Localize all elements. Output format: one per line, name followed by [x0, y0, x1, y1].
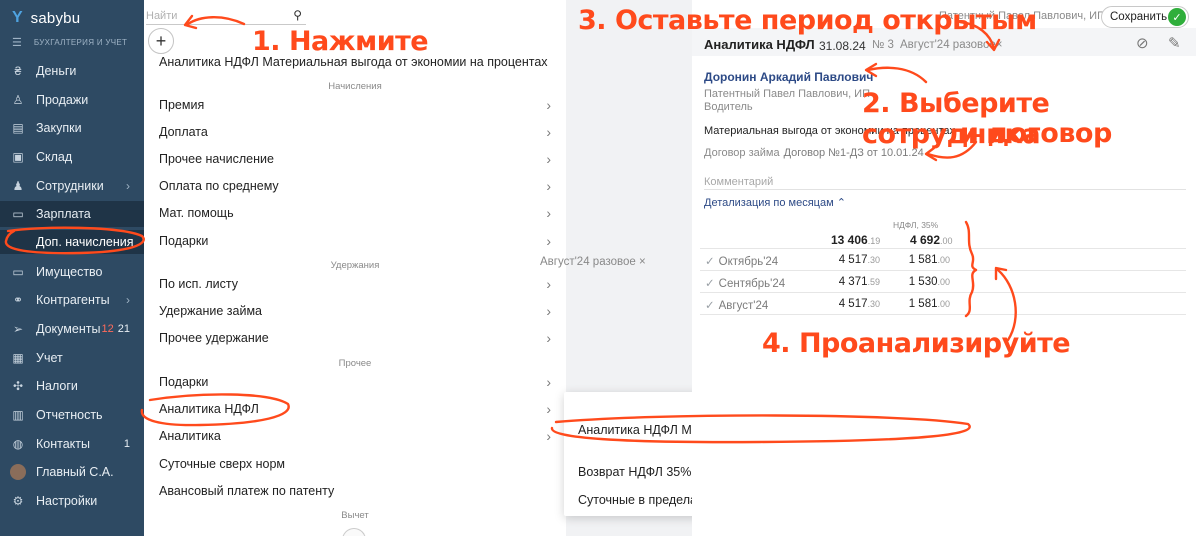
table-bracket: [964, 220, 978, 318]
sidebar-highlight-ellipse: [4, 226, 145, 255]
annotation-step1: 1. Нажмите: [252, 26, 429, 57]
popup-item-ellipse: [550, 414, 971, 444]
ndfl-analytics-ellipse: [140, 393, 290, 427]
annotation-step3: 3. Оставьте период открытым: [578, 5, 1037, 36]
step1-arrow: [186, 16, 246, 26]
annotation-step4: 4. Проанализируйте: [762, 328, 1071, 359]
annotation-step2-line2: и договор: [960, 118, 1112, 149]
step2-arrow-top: [866, 66, 928, 84]
annotation-strokes: [4, 14, 1017, 444]
